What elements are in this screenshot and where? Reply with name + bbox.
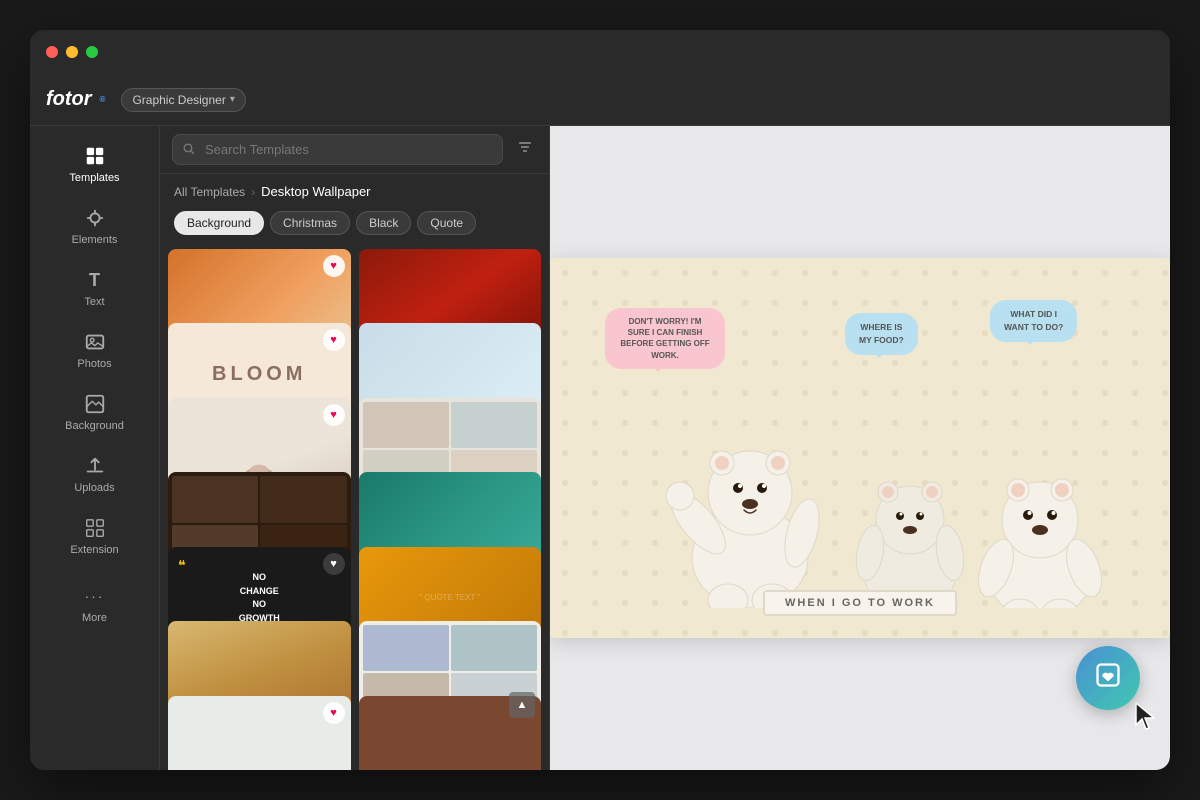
main-layout: Templates Elements T Text <box>30 126 1170 770</box>
elements-icon <box>83 206 107 230</box>
heart-icon[interactable]: ♥ <box>323 255 345 277</box>
speech-bubble-right: WHAT DID IWANT TO DO? <box>990 300 1077 342</box>
search-icon <box>182 142 195 158</box>
tag-black[interactable]: Black <box>356 211 411 235</box>
breadcrumb-separator: › <box>251 185 255 199</box>
polar-bears-illustration <box>630 328 1130 608</box>
template-grid: ♥ ♡ ♥ BLOOM <box>160 241 549 770</box>
maximize-button[interactable] <box>86 46 98 58</box>
filter-tags: Background Christmas Black Quote <box>160 205 549 241</box>
logo-area: fotor ® <box>46 88 105 111</box>
text-icon: T <box>83 268 107 292</box>
cursor-indicator <box>1132 701 1160 740</box>
canvas-frame: DON'T WORRY! I'M SURE I CAN FINISH BEFOR… <box>550 258 1170 638</box>
sidebar-item-text[interactable]: T Text <box>30 258 159 318</box>
sidebar-item-elements[interactable]: Elements <box>30 196 159 256</box>
templates-icon <box>83 144 107 168</box>
tag-background[interactable]: Background <box>174 211 264 235</box>
designer-mode-label: Graphic Designer <box>132 93 225 107</box>
extension-icon <box>83 516 107 540</box>
sidebar-label-more: More <box>82 612 107 624</box>
title-bar <box>30 30 1170 74</box>
favorite-fab-button[interactable] <box>1076 646 1140 710</box>
sidebar-nav: Templates Elements T Text <box>30 126 159 640</box>
sidebar-item-templates[interactable]: Templates <box>30 134 159 194</box>
panels: All Templates › Desktop Wallpaper Backgr… <box>160 126 1170 770</box>
sidebar-label-extension: Extension <box>70 544 118 556</box>
heart-favorite-icon <box>1094 661 1122 696</box>
sidebar-label-photos: Photos <box>77 358 111 370</box>
heart-icon[interactable]: ♥ <box>323 702 345 724</box>
sidebar-label-elements: Elements <box>72 234 118 246</box>
designer-mode-button[interactable]: Graphic Designer ▾ <box>121 88 245 112</box>
uploads-icon <box>83 454 107 478</box>
sidebar-item-uploads[interactable]: Uploads <box>30 444 159 504</box>
app-window: fotor ® Graphic Designer ▾ <box>30 30 1170 770</box>
sidebar: Templates Elements T Text <box>30 126 160 770</box>
speech-bubble-left: DON'T WORRY! I'M SURE I CAN FINISH BEFOR… <box>605 308 725 369</box>
heart-icon[interactable]: ♥ <box>323 404 345 426</box>
search-box <box>172 134 503 165</box>
template-card[interactable]: ♥ <box>168 696 351 770</box>
breadcrumb-current: Desktop Wallpaper <box>261 184 370 199</box>
left-panel: All Templates › Desktop Wallpaper Backgr… <box>160 126 550 770</box>
canvas-area: DON'T WORRY! I'M SURE I CAN FINISH BEFOR… <box>550 126 1170 770</box>
more-icon: ··· <box>83 584 107 608</box>
sidebar-label-text: Text <box>84 296 104 308</box>
sidebar-item-photos[interactable]: Photos <box>30 320 159 380</box>
logo-registered: ® <box>100 95 106 104</box>
sidebar-label-uploads: Uploads <box>74 482 114 494</box>
tag-christmas[interactable]: Christmas <box>270 211 350 235</box>
more-button[interactable]: ··· More <box>74 568 115 640</box>
chevron-down-icon: ▾ <box>230 94 235 105</box>
app-header: fotor ® Graphic Designer ▾ <box>30 74 1170 126</box>
minimize-button[interactable] <box>66 46 78 58</box>
breadcrumb: All Templates › Desktop Wallpaper <box>160 174 549 205</box>
search-row <box>160 126 549 174</box>
sidebar-item-extension[interactable]: Extension <box>30 506 159 566</box>
background-icon <box>83 392 107 416</box>
search-input[interactable] <box>172 134 503 165</box>
tag-quote[interactable]: Quote <box>417 211 476 235</box>
speech-bubble-mid: WHERE ISMY FOOD? <box>845 313 918 355</box>
breadcrumb-parent-link[interactable]: All Templates <box>174 185 245 199</box>
sidebar-item-more[interactable]: ··· More <box>74 574 115 634</box>
bottom-banner: WHEN I GO TO WORK <box>763 590 957 616</box>
heart-icon[interactable]: ♥ <box>323 329 345 351</box>
logo-text: fotor <box>46 88 92 111</box>
sidebar-item-background[interactable]: Background <box>30 382 159 442</box>
sidebar-label-templates: Templates <box>69 172 119 184</box>
sidebar-label-background: Background <box>65 420 124 432</box>
photos-icon <box>83 330 107 354</box>
scroll-up-button[interactable]: ▲ <box>509 692 535 718</box>
heart-icon[interactable]: ♥ <box>323 553 345 575</box>
filter-button[interactable] <box>513 135 537 164</box>
close-button[interactable] <box>46 46 58 58</box>
